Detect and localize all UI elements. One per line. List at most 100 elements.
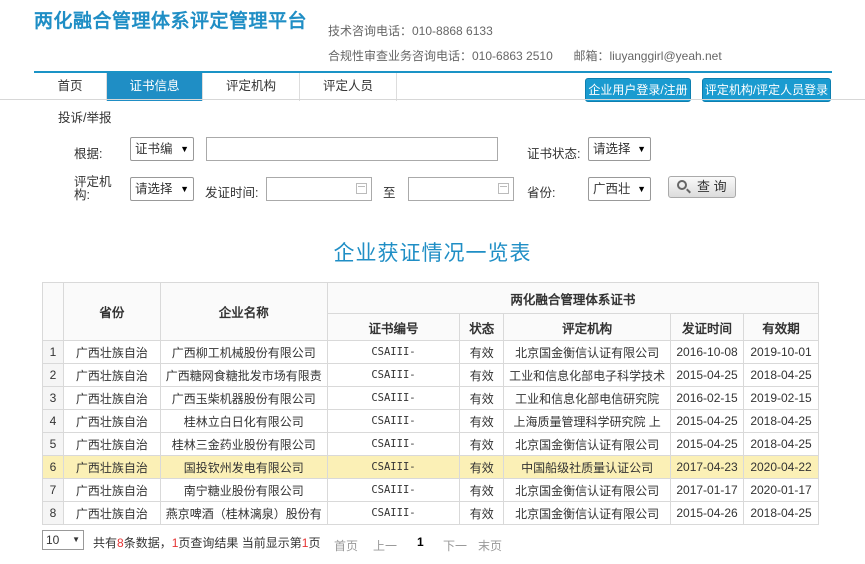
province-label: 省份: <box>527 186 556 200</box>
row-issue-date: 2015-04-26 <box>670 501 745 525</box>
last-page-link[interactable]: 末页 <box>478 537 502 554</box>
nav-complaint[interactable]: 投诉/举报 <box>58 107 111 126</box>
row-agency: 工业和信息化部电信研究院 <box>503 386 672 410</box>
row-agency: 中国船级社质量认证公司 <box>503 455 672 479</box>
compliance-phone: 合规性审查业务咨询电话：010-6863 2510 <box>328 49 553 63</box>
chevron-down-icon: ▼ <box>180 184 189 194</box>
row-index: 6 <box>42 455 64 479</box>
nav-assessors[interactable]: 评定人员 <box>300 73 397 101</box>
page-size-value: 10 <box>46 533 60 547</box>
row-company: 桂林立白日化有限公司 <box>159 409 328 433</box>
cert-no-header: 证书编号 <box>326 313 461 341</box>
province-select-value: 广西壮 <box>593 182 631 196</box>
row-province: 广西壮族自治 <box>62 340 161 364</box>
nav-agencies[interactable]: 评定机构 <box>203 73 300 101</box>
row-cert-no: CSAIII- <box>326 501 461 525</box>
row-status: 有效 <box>459 432 505 456</box>
row-index: 2 <box>42 363 64 387</box>
table-row[interactable]: 2 广西壮族自治 广西糖网食糖批发市场有限责 CSAIII- 有效 工业和信息化部电子科学… <box>42 363 819 387</box>
table-row[interactable]: 7 广西壮族自治 南宁糖业股份有限公司 CSAIII- 有效 北京国金衡信认证有限公司 20… <box>42 478 819 502</box>
next-page-link[interactable]: 下一 <box>443 537 467 554</box>
row-expiry: 2019-02-15 <box>743 386 819 410</box>
row-agency: 北京国金衡信认证有限公司 <box>503 340 672 364</box>
table-row[interactable]: 8 广西壮族自治 燕京啤酒（桂林漓泉）股份有 CSAIII- 有效 北京国金衡信认证有限公… <box>42 501 819 525</box>
chevron-down-icon: ▼ <box>637 144 646 154</box>
row-cert-no: CSAIII- <box>326 455 461 479</box>
pager: 10 ▼ 共有8条数据，1页查询结果 当前显示第1页 首页 上一 1 下一 末页 <box>42 530 642 554</box>
page-number[interactable]: 1 <box>417 535 424 549</box>
issue-date-header: 发证时间 <box>670 313 745 341</box>
agency-select-value: 请选择 <box>135 182 173 196</box>
nav-divider <box>0 99 865 100</box>
row-expiry: 2018-04-25 <box>743 432 819 456</box>
table-row[interactable]: 1 广西壮族自治 广西柳工机械股份有限公司 CSAIII- 有效 北京国金衡信认证有限公司… <box>42 340 819 364</box>
basis-select[interactable]: 证书编 ▼ <box>130 137 194 161</box>
prev-page-link[interactable]: 上一 <box>373 537 397 554</box>
row-province: 广西壮族自治 <box>62 455 161 479</box>
row-province: 广西壮族自治 <box>62 363 161 387</box>
calendar-icon[interactable] <box>498 183 509 194</box>
calendar-icon[interactable] <box>356 183 367 194</box>
row-status: 有效 <box>459 501 505 525</box>
row-cert-no: CSAIII- <box>326 432 461 456</box>
pager-text: 共有 <box>93 536 118 550</box>
issue-time-label: 发证时间: <box>205 186 259 200</box>
row-expiry: 2019-10-01 <box>743 340 819 364</box>
table-row[interactable]: 3 广西壮族自治 广西玉柴机器股份有限公司 CSAIII- 有效 工业和信息化部电信研究院… <box>42 386 819 410</box>
company-header: 企业名称 <box>159 282 328 341</box>
row-cert-no: CSAIII- <box>326 363 461 387</box>
site-title: 两化融合管理体系评定管理平台 <box>34 11 308 32</box>
chevron-down-icon: ▼ <box>637 184 646 194</box>
row-province: 广西壮族自治 <box>62 409 161 433</box>
row-status: 有效 <box>459 386 505 410</box>
basis-label: 根据: <box>74 147 103 161</box>
province-select[interactable]: 广西壮 ▼ <box>588 177 651 201</box>
agency-header: 评定机构 <box>503 313 672 341</box>
agency-label: 评定机构: <box>74 175 112 202</box>
row-agency: 工业和信息化部电子科学技术 <box>503 363 672 387</box>
row-status: 有效 <box>459 409 505 433</box>
agency-select[interactable]: 请选择 ▼ <box>130 177 194 201</box>
row-index: 1 <box>42 340 64 364</box>
nav-cert-info[interactable]: 证书信息 <box>107 73 203 101</box>
row-expiry: 2018-04-25 <box>743 363 819 387</box>
expiry-header: 有效期 <box>743 313 819 341</box>
index-header <box>42 282 64 341</box>
first-page-link[interactable]: 首页 <box>334 537 358 554</box>
basis-keyword-input[interactable] <box>206 137 498 161</box>
row-index: 7 <box>42 478 64 502</box>
issue-date-from-input[interactable] <box>266 177 372 201</box>
row-issue-date: 2015-04-25 <box>670 409 745 433</box>
table-row[interactable]: 5 广西壮族自治 桂林三金药业股份有限公司 CSAIII- 有效 北京国金衡信认证有限公司… <box>42 432 819 456</box>
nav-home[interactable]: 首页 <box>34 73 107 101</box>
chevron-down-icon: ▼ <box>180 144 189 154</box>
row-status: 有效 <box>459 478 505 502</box>
pager-text: 页 <box>308 536 321 550</box>
cert-status-select-value: 请选择 <box>593 142 631 156</box>
query-button-label: 查 询 <box>697 179 727 194</box>
row-expiry: 2018-04-25 <box>743 501 819 525</box>
table-row[interactable]: 4 广西壮族自治 桂林立白日化有限公司 CSAIII- 有效 上海质量管理科学研究院 上2… <box>42 409 819 433</box>
row-expiry: 2020-01-17 <box>743 478 819 502</box>
row-company: 广西玉柴机器股份有限公司 <box>159 386 328 410</box>
pager-text: 页查询结果 当前显示第 <box>178 536 302 550</box>
row-issue-date: 2016-10-08 <box>670 340 745 364</box>
group-header: 两化融合管理体系证书 <box>326 282 820 314</box>
cert-status-select[interactable]: 请选择 ▼ <box>588 137 651 161</box>
row-company: 南宁糖业股份有限公司 <box>159 478 328 502</box>
query-button[interactable]: 查 询 <box>668 176 736 198</box>
basis-select-value: 证书编 <box>135 142 173 156</box>
issue-date-to-input[interactable] <box>408 177 514 201</box>
row-index: 5 <box>42 432 64 456</box>
table-row[interactable]: 6 广西壮族自治 国投钦州发电有限公司 CSAIII- 有效 中国船级社质量认证公司 201… <box>42 455 819 479</box>
to-label: 至 <box>383 186 396 200</box>
total-count: 8 <box>117 536 124 550</box>
row-province: 广西壮族自治 <box>62 386 161 410</box>
row-company: 燕京啤酒（桂林漓泉）股份有 <box>159 501 328 525</box>
row-cert-no: CSAIII- <box>326 340 461 364</box>
row-expiry: 2018-04-25 <box>743 409 819 433</box>
row-province: 广西壮族自治 <box>62 501 161 525</box>
row-issue-date: 2017-04-23 <box>670 455 745 479</box>
row-cert-no: CSAIII- <box>326 409 461 433</box>
page-size-select[interactable]: 10 ▼ <box>42 530 84 550</box>
